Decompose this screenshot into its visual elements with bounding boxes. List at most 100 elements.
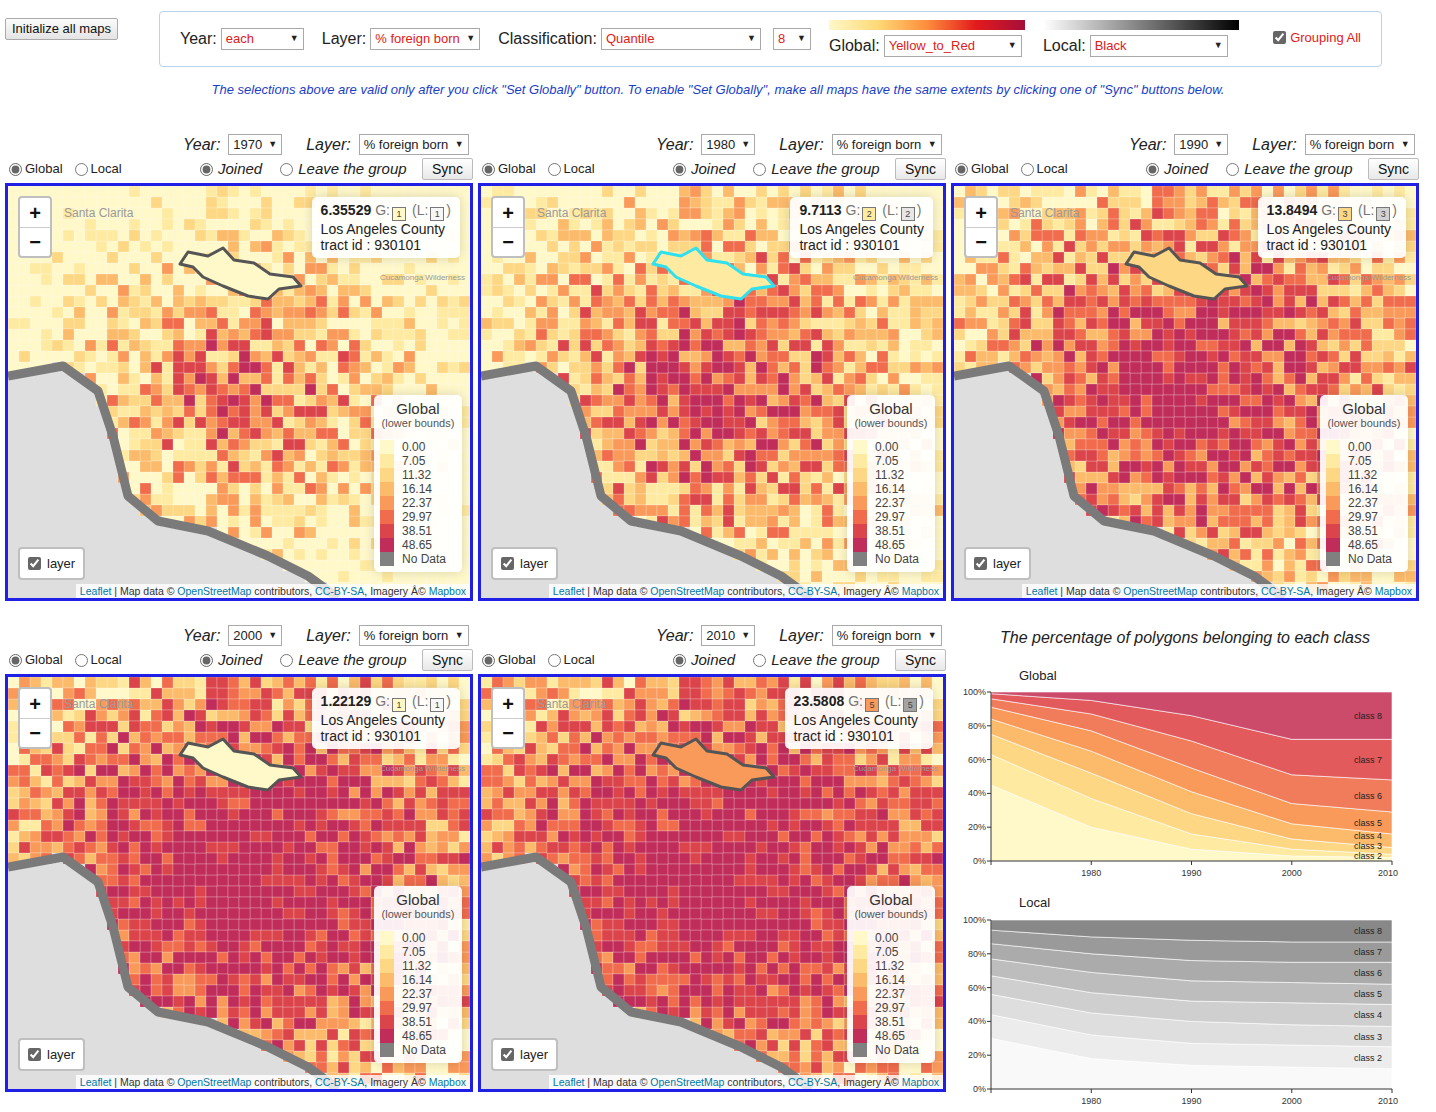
- tract-cell[interactable]: [140, 439, 151, 450]
- tract-cell[interactable]: [250, 373, 261, 384]
- tract-cell[interactable]: [305, 483, 316, 494]
- tract-cell[interactable]: [19, 285, 30, 296]
- tract-cell[interactable]: [19, 263, 30, 274]
- tract-cell[interactable]: [162, 241, 173, 252]
- tract-cell[interactable]: [162, 296, 173, 307]
- tract-cell[interactable]: [206, 296, 217, 307]
- tract-cell[interactable]: [206, 395, 217, 406]
- tract-cell[interactable]: [162, 351, 173, 362]
- tract-cell[interactable]: [294, 340, 305, 351]
- tract-cell[interactable]: [393, 329, 404, 340]
- tract-cell[interactable]: [107, 384, 118, 395]
- tract-cell[interactable]: [338, 516, 349, 527]
- tract-cell[interactable]: [415, 340, 426, 351]
- tract-cell[interactable]: [195, 296, 206, 307]
- tract-cell[interactable]: [932, 252, 943, 263]
- tract-cell[interactable]: [96, 362, 107, 373]
- tract-cell[interactable]: [184, 285, 195, 296]
- tract-cell[interactable]: [74, 219, 85, 230]
- tract-cell[interactable]: [525, 318, 536, 329]
- tract-cell[interactable]: [525, 230, 536, 241]
- tract-cell[interactable]: [338, 296, 349, 307]
- tract-cell[interactable]: [305, 307, 316, 318]
- tract-cell[interactable]: [184, 417, 195, 428]
- tract-cell[interactable]: [8, 274, 19, 285]
- tract-cell[interactable]: [228, 428, 239, 439]
- tract-cell[interactable]: [250, 219, 261, 230]
- tract-cell[interactable]: [228, 406, 239, 417]
- tract-cell[interactable]: [52, 285, 63, 296]
- tract-cell[interactable]: [602, 252, 613, 263]
- tract-cell[interactable]: [481, 351, 492, 362]
- tract-cell[interactable]: [778, 516, 789, 527]
- tract-cell[interactable]: [294, 252, 305, 263]
- tract-cell[interactable]: [63, 186, 74, 197]
- tract-cell[interactable]: [382, 263, 393, 274]
- tract-cell[interactable]: [272, 351, 283, 362]
- tract-cell[interactable]: [85, 186, 96, 197]
- tract-cell[interactable]: [239, 450, 250, 461]
- tract-cell[interactable]: [327, 494, 338, 505]
- tract-cell[interactable]: [360, 505, 371, 516]
- tract-cell[interactable]: [338, 263, 349, 274]
- tract-cell[interactable]: [19, 274, 30, 285]
- tract-cell[interactable]: [899, 263, 910, 274]
- tract-cell[interactable]: [239, 318, 250, 329]
- tract-cell[interactable]: [217, 219, 228, 230]
- tract-cell[interactable]: [294, 219, 305, 230]
- tract-cell[interactable]: [360, 483, 371, 494]
- tract-cell[interactable]: [30, 329, 41, 340]
- tract-cell[interactable]: [558, 329, 569, 340]
- tract-cell[interactable]: [294, 307, 305, 318]
- tract-cell[interactable]: [107, 307, 118, 318]
- tract-cell[interactable]: [316, 439, 327, 450]
- tract-cell[interactable]: [536, 252, 547, 263]
- tract-cell[interactable]: [459, 307, 470, 318]
- tract-cell[interactable]: [657, 285, 668, 296]
- tract-cell[interactable]: [41, 351, 52, 362]
- tract-cell[interactable]: [349, 285, 360, 296]
- tract-cell[interactable]: [536, 285, 547, 296]
- tract-cell[interactable]: [338, 340, 349, 351]
- tract-cell[interactable]: [129, 395, 140, 406]
- grouping-all-checkbox[interactable]: [1273, 31, 1286, 44]
- tract-cell[interactable]: [294, 329, 305, 340]
- tract-cell[interactable]: [261, 307, 272, 318]
- tract-cell[interactable]: [921, 186, 932, 197]
- tract-cell[interactable]: [679, 483, 690, 494]
- tract-cell[interactable]: [811, 505, 822, 516]
- tract-cell[interactable]: [800, 571, 811, 582]
- tract-cell[interactable]: [833, 274, 844, 285]
- tract-cell[interactable]: [107, 274, 118, 285]
- tract-cell[interactable]: [327, 549, 338, 560]
- tract-cell[interactable]: [261, 208, 272, 219]
- tract-cell[interactable]: [217, 483, 228, 494]
- tract-cell[interactable]: [503, 351, 514, 362]
- tract-cell[interactable]: [107, 395, 118, 406]
- tract-cell[interactable]: [162, 285, 173, 296]
- tract-cell[interactable]: [294, 362, 305, 373]
- tract-cell[interactable]: [140, 241, 151, 252]
- tract-cell[interactable]: [140, 483, 151, 494]
- tract-cell[interactable]: [591, 186, 602, 197]
- tract-cell[interactable]: [118, 340, 129, 351]
- tract-cell[interactable]: [217, 472, 228, 483]
- tract-cell[interactable]: [580, 373, 591, 384]
- tract-cell[interactable]: [294, 461, 305, 472]
- tract-cell[interactable]: [30, 274, 41, 285]
- tract-cell[interactable]: [162, 208, 173, 219]
- tract-cell[interactable]: [327, 461, 338, 472]
- tract-cell[interactable]: [162, 197, 173, 208]
- tract-cell[interactable]: [217, 230, 228, 241]
- tract-cell[interactable]: [107, 318, 118, 329]
- tract-cell[interactable]: [756, 527, 767, 538]
- tract-cell[interactable]: [459, 296, 470, 307]
- tract-cell[interactable]: [151, 340, 162, 351]
- tract-cell[interactable]: [250, 362, 261, 373]
- tract-cell[interactable]: [811, 340, 822, 351]
- tract-cell[interactable]: [151, 197, 162, 208]
- tract-cell[interactable]: [360, 527, 371, 538]
- tract-cell[interactable]: [41, 285, 52, 296]
- tract-cell[interactable]: [195, 307, 206, 318]
- tract-cell[interactable]: [195, 186, 206, 197]
